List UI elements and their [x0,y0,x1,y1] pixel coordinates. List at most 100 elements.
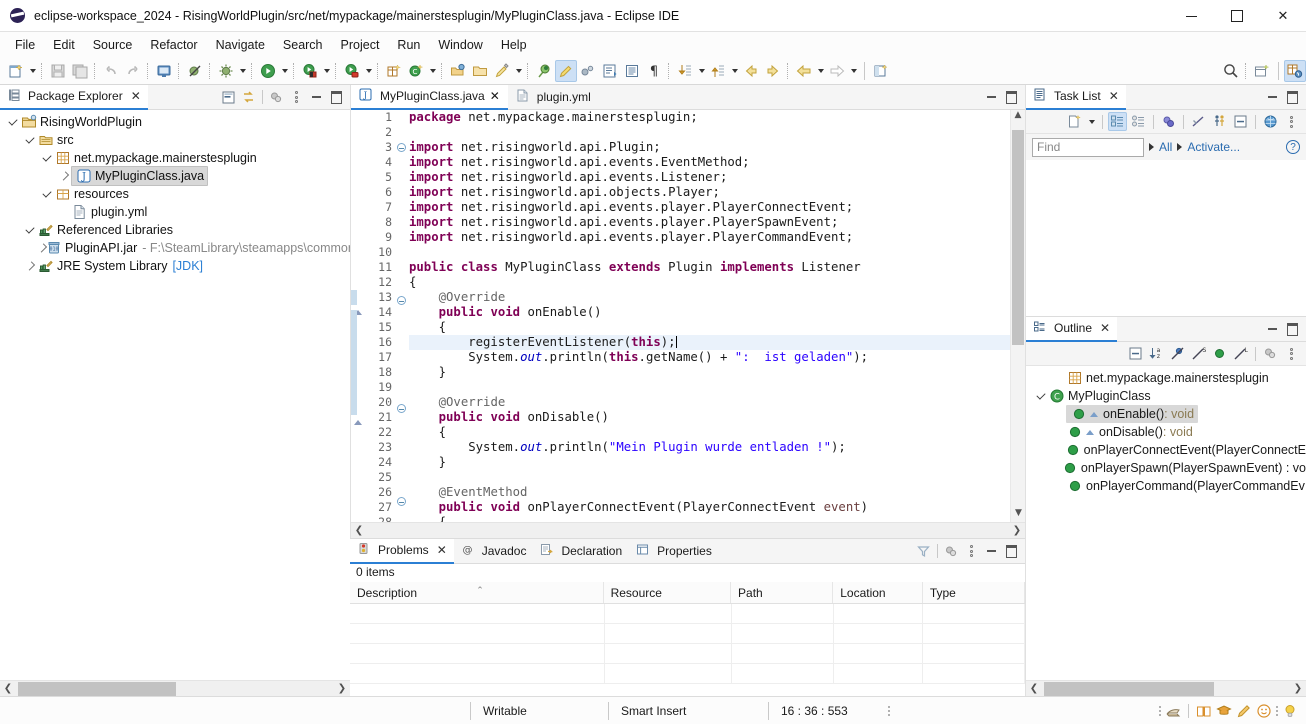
contributing-to-workspace-icon[interactable] [1165,703,1181,719]
annotation-ruler[interactable] [351,110,365,522]
open-resource-icon[interactable] [469,60,491,82]
pencil-icon[interactable] [1236,703,1252,719]
run-external-tools-icon[interactable] [299,60,321,82]
outline-item[interactable]: onDisable() : void [1026,423,1306,441]
fold-collapse-icon[interactable] [396,143,406,152]
chevron-down-icon[interactable] [6,113,20,131]
code-line[interactable]: { [409,320,1010,335]
new-task-icon[interactable] [1065,112,1084,131]
toggle-mark-occurrences-icon[interactable] [555,59,577,82]
folding-ruler-line[interactable] [395,341,407,356]
view-menu-icon[interactable] [287,88,306,107]
hscroll-track[interactable] [1042,681,1290,697]
maximize-button[interactable] [1214,0,1260,32]
vscroll-thumb[interactable] [1012,130,1024,345]
code-line[interactable]: { [409,515,1010,522]
pilcrow-whitespace-icon[interactable]: ¶ [643,60,665,82]
activate-expand-icon[interactable] [1177,143,1183,151]
folding-ruler-line[interactable] [395,173,407,188]
graduation-cap-icon[interactable] [1216,703,1232,719]
hscroll-thumb[interactable] [18,681,176,696]
chevron-right-icon[interactable] [57,167,71,185]
chevron-down-icon[interactable] [23,221,37,239]
status-drag-handle-2[interactable] [1276,705,1278,716]
folding-ruler-line[interactable] [395,404,407,419]
close-icon[interactable]: ✕ [437,543,447,557]
code-line[interactable] [409,125,1010,140]
folding-ruler[interactable] [395,110,407,522]
code-line[interactable] [409,380,1010,395]
folding-ruler-line[interactable] [395,356,407,371]
save-icon[interactable] [47,60,69,82]
tree-item[interactable]: 010 PluginAPI.jar - F:\SteamLibrary\steama… [0,239,350,257]
quick-fix-icon[interactable] [491,60,513,82]
link-with-editor-icon[interactable] [577,60,599,82]
scroll-left-icon[interactable]: ❮ [351,525,367,536]
chevron-down-icon[interactable] [1034,387,1048,405]
new-java-package-icon[interactable] [383,60,405,82]
menu-item-search[interactable]: Search [274,35,332,55]
code-line[interactable]: { [409,275,1010,290]
skip-breakpoints-icon[interactable] [184,60,206,82]
menu-item-run[interactable]: Run [388,35,429,55]
hscroll-track[interactable] [367,523,1009,539]
code-line[interactable]: @Override [409,395,1010,410]
new-wizard-dropdown-icon[interactable] [27,60,38,82]
code-line[interactable]: import net.risingworld.api.events.player… [409,230,1010,245]
sort-alphabetically-icon[interactable]: az [1147,344,1166,363]
table-row[interactable] [350,664,1025,684]
folding-ruler-line[interactable] [395,278,407,293]
close-icon[interactable]: ✕ [131,89,141,103]
code-editor[interactable]: 1 2 3 4 5 6 7 8 9 10 11 12 13 14 15 16 17 18 19 20 21 22 23 24 2… [351,110,1025,529]
scroll-left-icon[interactable]: ❮ [0,683,16,694]
folding-ruler-line[interactable] [395,449,407,464]
minimize-editor-icon[interactable] [982,88,1001,107]
code-line[interactable] [409,245,1010,260]
undo-icon[interactable] [100,60,122,82]
maximize-view-icon[interactable] [1283,320,1302,339]
previous-annotation-icon[interactable] [707,60,729,82]
lightbulb-icon[interactable] [1282,703,1298,719]
code-line[interactable]: public class MyPluginClass extends Plugi… [409,260,1010,275]
folding-ruler-line[interactable] [395,296,407,311]
tab-properties[interactable]: Properties [629,539,719,564]
folding-ruler-line[interactable] [395,311,407,326]
view-menu-icon[interactable] [1282,112,1301,131]
close-button[interactable]: ✕ [1260,0,1306,32]
view-menu-filter-icon[interactable] [1261,344,1280,363]
save-all-icon[interactable] [69,60,91,82]
open-book-icon[interactable] [1196,703,1212,719]
folding-ruler-line[interactable] [395,233,407,248]
hide-static-members-icon[interactable]: S [1189,344,1208,363]
quick-fix-dropdown-icon[interactable] [513,60,524,82]
chevron-down-icon[interactable] [23,131,37,149]
code-line[interactable]: public void onEnable() [409,305,1010,320]
fold-collapse-icon[interactable] [396,296,406,305]
outline-item[interactable]: onPlayerCommand(PlayerCommandEv [1026,477,1306,495]
previous-annotation-dropdown-icon[interactable] [729,60,740,82]
editor-tab-plugin-yml[interactable]: plugin.yml [508,85,599,110]
hscroll-track[interactable] [16,681,334,697]
collapse-all-icon[interactable] [1231,112,1250,131]
task-list-content[interactable] [1026,160,1306,316]
outline-item[interactable]: onPlayerConnectEvent(PlayerConnectE [1026,441,1306,459]
column-header[interactable]: Description ⌃ [350,582,604,603]
new-perspective-icon[interactable] [870,60,892,82]
folding-ruler-line[interactable] [395,248,407,263]
show-whitespace-block-icon[interactable] [621,60,643,82]
open-type-icon[interactable] [447,60,469,82]
redo-icon[interactable] [122,60,144,82]
editor-tab-myplugin-java[interactable]: J MyPluginClass.java ✕ [351,84,508,110]
close-icon[interactable]: ✕ [1100,321,1110,335]
new-class-dropdown-icon[interactable] [427,60,438,82]
tree-item[interactable]: src [0,131,350,149]
package-explorer-hscrollbar[interactable]: ❮ ❯ [0,680,350,696]
minimize-view-icon[interactable] [307,88,326,107]
forward-history-dropdown-icon[interactable] [848,60,859,82]
filter-icon[interactable] [914,542,933,561]
menu-item-navigate[interactable]: Navigate [207,35,274,55]
hide-public-members-icon[interactable] [1210,344,1229,363]
run-icon[interactable] [257,60,279,82]
minimize-button[interactable] [1168,0,1214,32]
maximize-view-icon[interactable] [1283,88,1302,107]
